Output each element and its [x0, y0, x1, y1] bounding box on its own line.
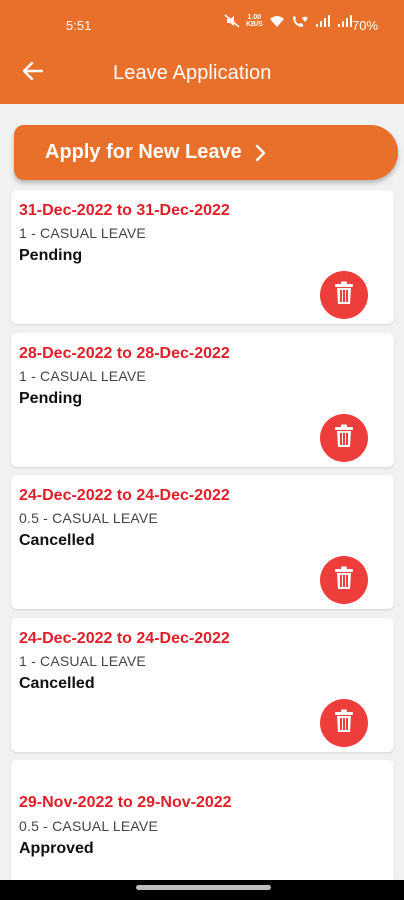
- status-icons: 1.00 KB/S: [224, 14, 353, 28]
- trash-icon: [333, 281, 355, 310]
- leave-status: Cancelled: [19, 532, 95, 549]
- apply-button-label: Apply for New Leave: [45, 141, 242, 163]
- delete-button[interactable]: [320, 556, 368, 604]
- chevron-right-icon: [254, 144, 266, 162]
- trash-icon: [333, 424, 355, 453]
- status-time: 5:51: [66, 18, 92, 33]
- leave-card: 28-Dec-2022 to 28-Dec-2022 1 - CASUAL LE…: [11, 333, 394, 467]
- leave-type: 0.5 - CASUAL LEAVE: [19, 510, 158, 526]
- trash-icon: [333, 566, 355, 595]
- mute-icon: [224, 14, 240, 28]
- arrow-left-icon: [22, 61, 44, 85]
- signal-icon: [337, 14, 353, 28]
- leave-type: 1 - CASUAL LEAVE: [19, 368, 146, 384]
- app-header: 5:51 1.00 KB/S 70% Leave Application: [0, 0, 404, 104]
- leave-card: 24-Dec-2022 to 24-Dec-2022 1 - CASUAL LE…: [11, 618, 394, 752]
- leave-status: Approved: [19, 840, 94, 857]
- delete-button[interactable]: [320, 414, 368, 462]
- delete-button[interactable]: [320, 699, 368, 747]
- leave-type: 1 - CASUAL LEAVE: [19, 653, 146, 669]
- leave-status: Pending: [19, 247, 83, 264]
- signal-icon: [315, 14, 331, 28]
- wifi-call-icon: [291, 15, 309, 28]
- leave-card: 29-Nov-2022 to 29-Nov-2022 0.5 - CASUAL …: [11, 760, 394, 884]
- wifi-icon: [269, 15, 285, 28]
- page-title: Leave Application: [113, 62, 272, 84]
- leave-dates: 29-Nov-2022 to 29-Nov-2022: [19, 794, 232, 811]
- home-gesture-handle[interactable]: [136, 885, 271, 890]
- leave-status: Pending: [19, 390, 83, 407]
- leave-status: Cancelled: [19, 675, 95, 692]
- status-bar: 5:51 1.00 KB/S 70%: [0, 0, 404, 50]
- back-button[interactable]: [20, 60, 46, 86]
- leave-dates: 28-Dec-2022 to 28-Dec-2022: [19, 345, 230, 362]
- apply-new-leave-button[interactable]: Apply for New Leave: [14, 125, 398, 180]
- leave-type: 0.5 - CASUAL LEAVE: [19, 818, 158, 834]
- data-speed-icon: 1.00 KB/S: [246, 14, 263, 28]
- leave-card: 24-Dec-2022 to 24-Dec-2022 0.5 - CASUAL …: [11, 475, 394, 609]
- delete-button[interactable]: [320, 271, 368, 319]
- battery-level: 70%: [352, 18, 379, 33]
- trash-icon: [333, 709, 355, 738]
- leave-dates: 31-Dec-2022 to 31-Dec-2022: [19, 202, 230, 219]
- leave-card: 31-Dec-2022 to 31-Dec-2022 1 - CASUAL LE…: [11, 190, 394, 324]
- system-nav-bar: [0, 880, 404, 900]
- leave-type: 1 - CASUAL LEAVE: [19, 225, 146, 241]
- leave-dates: 24-Dec-2022 to 24-Dec-2022: [19, 487, 230, 504]
- leave-dates: 24-Dec-2022 to 24-Dec-2022: [19, 630, 230, 647]
